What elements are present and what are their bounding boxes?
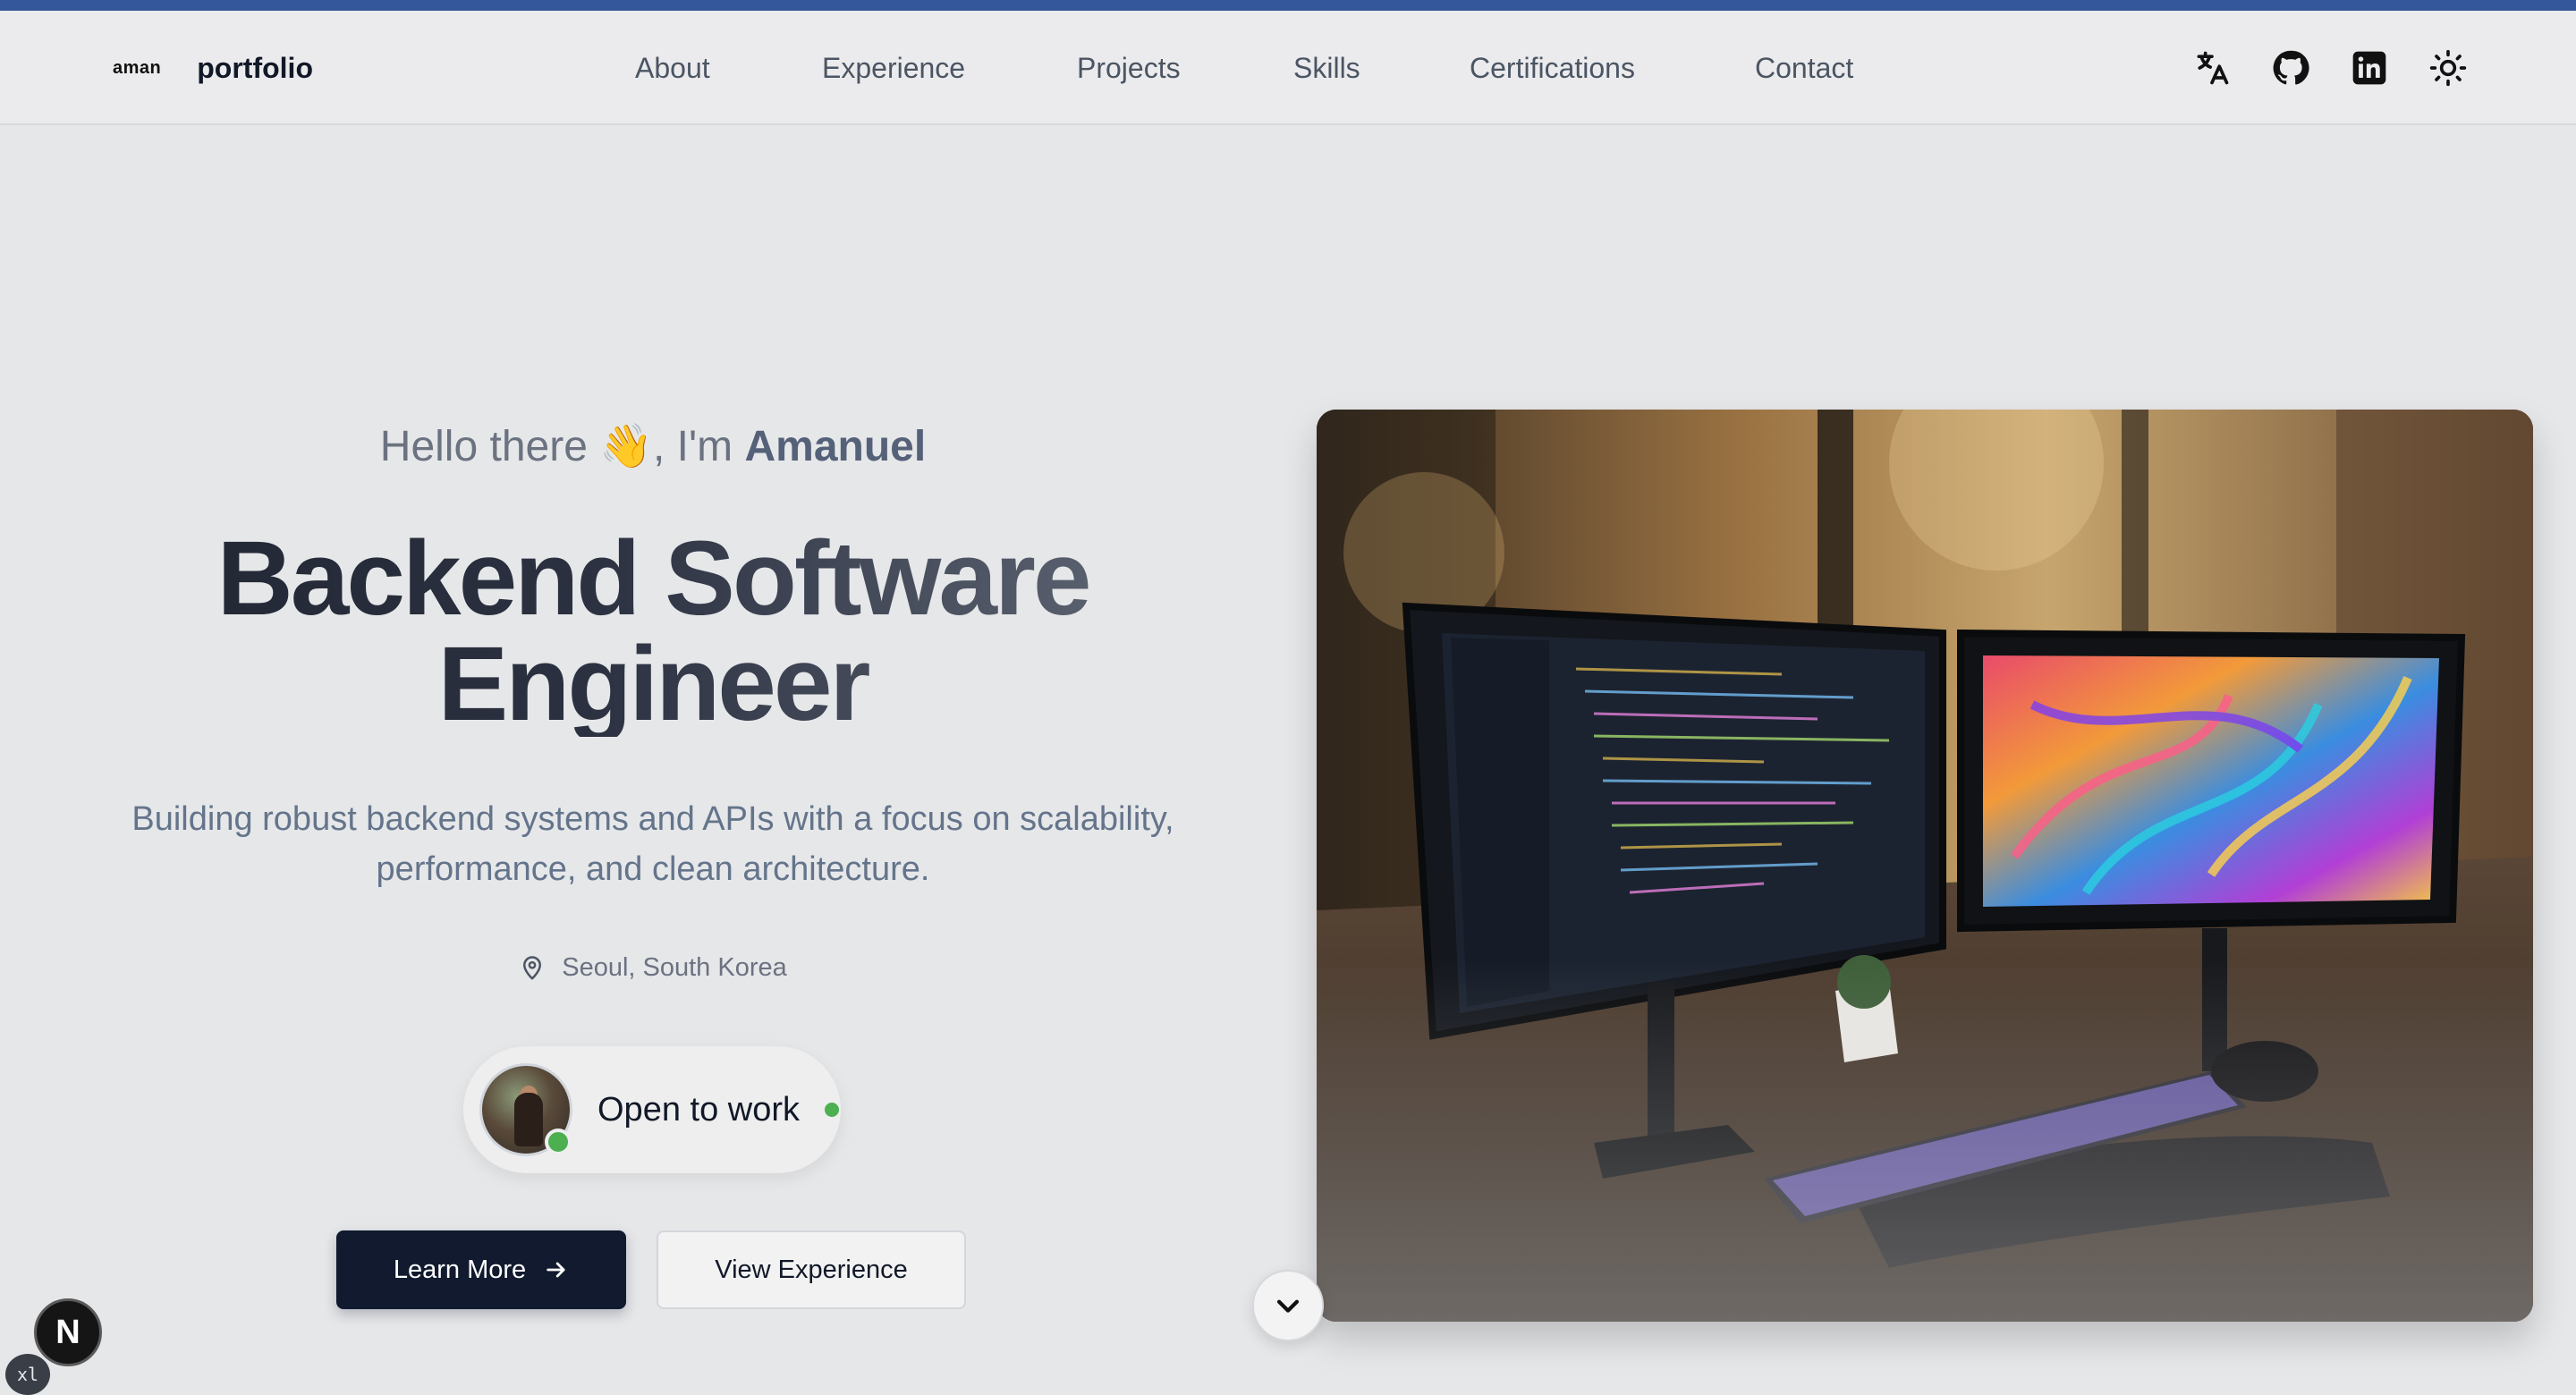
nav-link-contact[interactable]: Contact — [1755, 11, 1853, 125]
nav-link-projects[interactable]: Projects — [1077, 11, 1181, 125]
greeting-prefix: Hello there 👋, I'm — [379, 423, 745, 470]
hero-image — [1317, 410, 2533, 1322]
hero-title: Backend Software Engineer — [0, 526, 1306, 737]
chevron-down-icon — [1276, 1299, 1300, 1313]
learn-more-button[interactable]: Learn More — [336, 1230, 626, 1309]
hero-title-line1: Backend Software — [216, 520, 1089, 638]
nav-link-experience[interactable]: Experience — [822, 11, 965, 125]
map-pin-icon — [523, 955, 542, 979]
open-to-work-badge: Open to work — [463, 1046, 841, 1173]
sun-icon[interactable] — [2428, 47, 2469, 89]
breakpoint-badge: xl — [5, 1354, 50, 1395]
translate-icon[interactable] — [2191, 47, 2233, 89]
hero-section: Hello there 👋, I'm Amanuel Backend Softw… — [0, 125, 1306, 1395]
online-indicator — [545, 1129, 572, 1155]
nav-icons — [2191, 11, 2469, 125]
hero-greeting: Hello there 👋, I'm Amanuel — [0, 420, 1306, 471]
location: Seoul, South Korea — [0, 953, 1306, 983]
nav-link-about[interactable]: About — [635, 11, 710, 125]
nav-links: About Experience Projects Skills Certifi… — [0, 11, 2576, 125]
arrow-right-icon — [547, 1262, 565, 1278]
hero-subtitle: Building robust backend systems and APIs… — [131, 800, 1174, 888]
status-label: Open to work — [597, 1090, 800, 1129]
nav-link-certifications[interactable]: Certifications — [1470, 11, 1635, 125]
location-text: Seoul, South Korea — [562, 953, 787, 982]
github-icon[interactable] — [2270, 47, 2311, 89]
top-accent-bar — [0, 0, 2576, 11]
desk-setup-illustration — [1317, 410, 2533, 1322]
scroll-down-button[interactable] — [1252, 1270, 1324, 1341]
linkedin-icon[interactable] — [2349, 47, 2390, 89]
nextjs-dev-badge[interactable]: N — [34, 1298, 102, 1366]
hero-title-line2: Engineer — [437, 625, 869, 743]
nav-link-skills[interactable]: Skills — [1293, 11, 1360, 125]
view-experience-button[interactable]: View Experience — [657, 1230, 966, 1309]
status-dot — [825, 1103, 839, 1117]
navbar: aman portfolio About Experience Projects… — [0, 11, 2576, 125]
learn-more-label: Learn More — [393, 1255, 527, 1284]
greeting-name: Amanuel — [744, 423, 927, 470]
avatar — [479, 1063, 572, 1156]
